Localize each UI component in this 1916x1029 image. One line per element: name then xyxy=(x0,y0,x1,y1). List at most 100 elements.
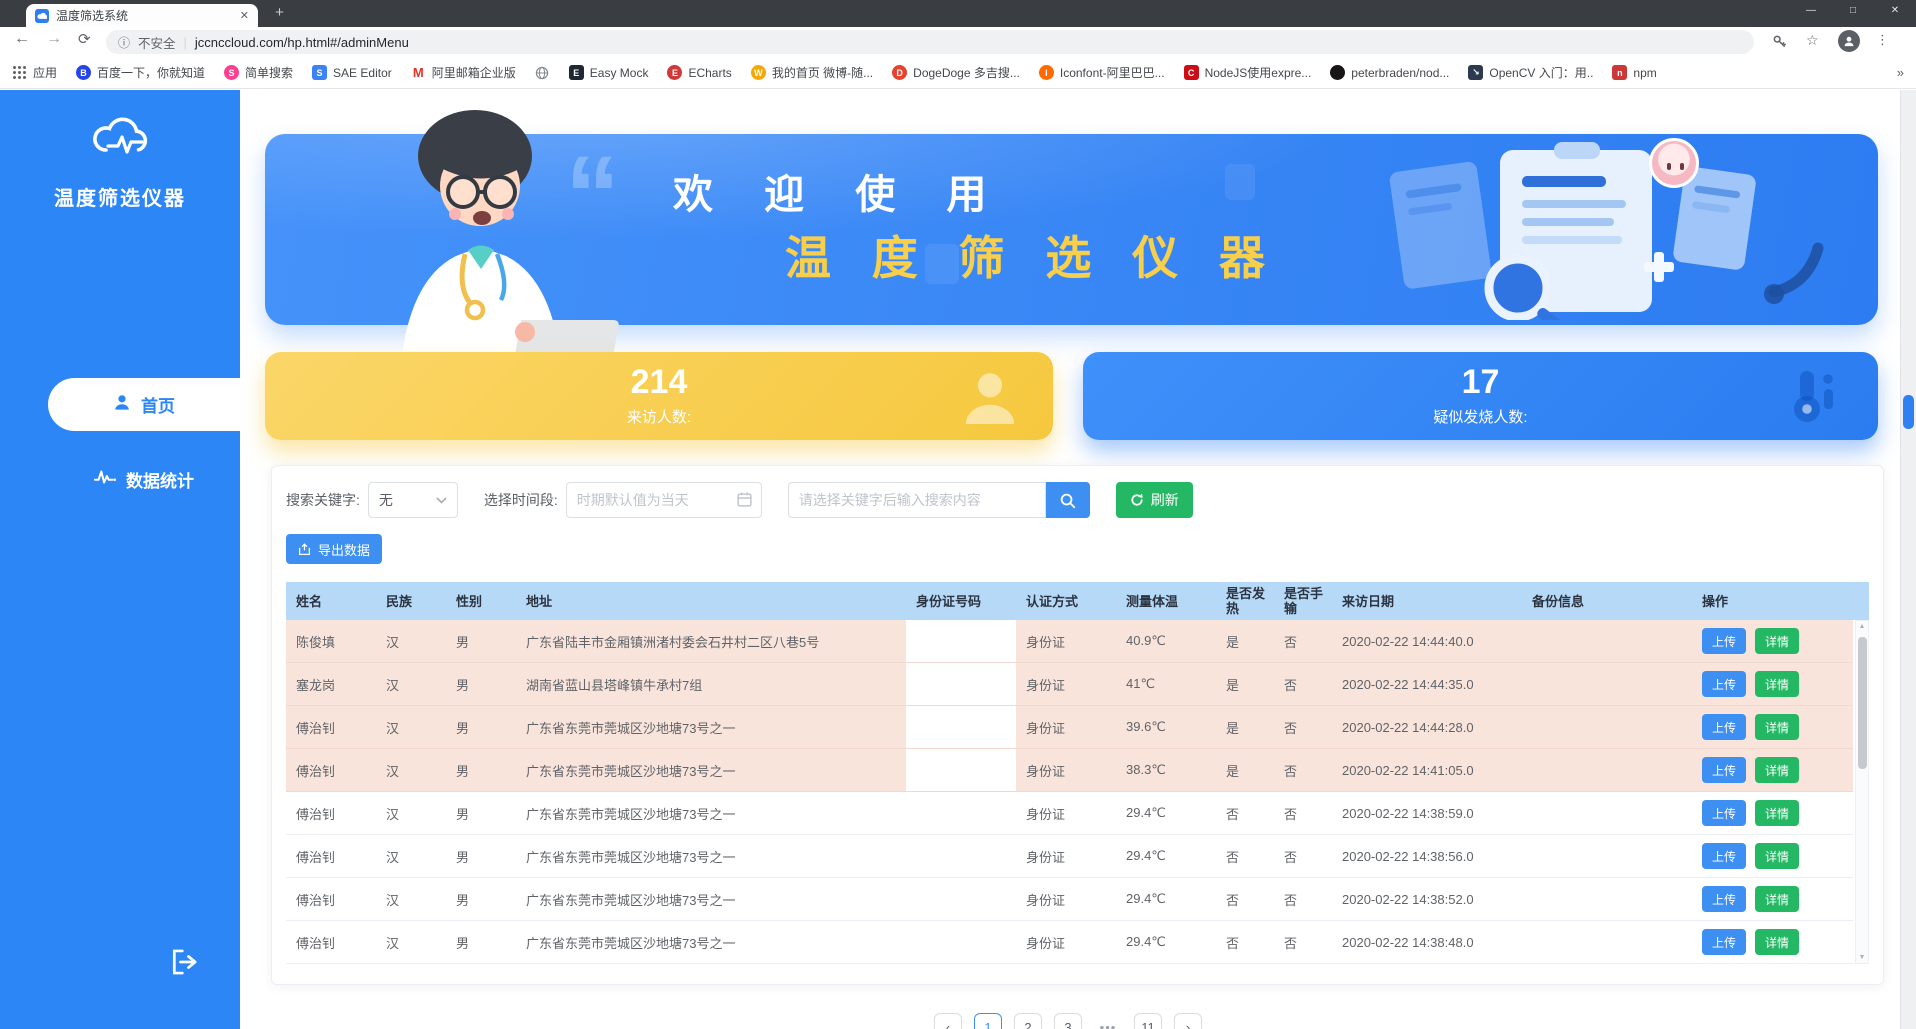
table-cell: 否 xyxy=(1216,878,1274,920)
table-cell: 2020-02-22 14:44:40.0 xyxy=(1332,620,1522,662)
table-cell: 汉 xyxy=(376,706,446,748)
tab-close-icon[interactable]: ✕ xyxy=(240,9,249,22)
bookmark-item[interactable]: DDogeDoge 多吉搜... xyxy=(892,64,1020,81)
logout-icon[interactable] xyxy=(170,948,202,981)
window-maximize-button[interactable]: □ xyxy=(1832,0,1874,24)
page-scrollbar-thumb[interactable] xyxy=(1903,395,1914,429)
app-content: 温度筛选仪器 首页 数据统计 xyxy=(0,90,1900,1029)
row-actions: 上传详情 xyxy=(1692,620,1853,662)
prev-page-button[interactable]: ‹ xyxy=(934,1013,962,1029)
date-range-input[interactable] xyxy=(566,482,762,518)
upload-button[interactable]: 上传 xyxy=(1702,714,1746,740)
bookmark-item[interactable]: CNodeJS使用expre... xyxy=(1184,64,1312,81)
page-scrollbar[interactable] xyxy=(1900,90,1916,1029)
opencv-icon: ↘ xyxy=(1468,65,1483,80)
bookmark-item[interactable]: EEasy Mock xyxy=(569,65,649,80)
bookmarks-overflow-icon[interactable]: » xyxy=(1897,65,1904,80)
tab-title: 温度筛选系统 xyxy=(56,7,233,24)
refresh-button[interactable]: 刷新 xyxy=(1116,482,1193,518)
back-icon[interactable]: ← xyxy=(14,30,30,48)
detail-button[interactable]: 详情 xyxy=(1755,714,1799,740)
table-cell: 汉 xyxy=(376,878,446,920)
bookmark-item[interactable]: M阿里邮箱企业版 xyxy=(411,64,516,81)
user-avatar[interactable] xyxy=(1649,138,1699,188)
bookmark-label: 阿里邮箱企业版 xyxy=(432,64,516,81)
chrome-menu-icon[interactable]: ⋮ xyxy=(1876,32,1889,48)
window-close-button[interactable]: ✕ xyxy=(1874,0,1916,24)
next-page-button[interactable]: › xyxy=(1174,1013,1202,1029)
row-actions: 上传详情 xyxy=(1692,835,1853,877)
chevron-down-icon xyxy=(436,497,447,504)
sidebar-item-label: 首页 xyxy=(141,392,175,417)
page-button[interactable]: 1 xyxy=(974,1013,1002,1029)
window-minimize-button[interactable]: — xyxy=(1790,0,1832,24)
detail-button[interactable]: 详情 xyxy=(1755,886,1799,912)
profile-avatar[interactable] xyxy=(1838,30,1860,52)
sidebar-item-statistics[interactable]: 数据统计 xyxy=(48,458,240,500)
detail-button[interactable]: 详情 xyxy=(1755,628,1799,654)
column-header: 是否手输 xyxy=(1274,586,1332,616)
upload-button[interactable]: 上传 xyxy=(1702,843,1746,869)
table-cell: 广东省东莞市莞城区沙地塘73号之一 xyxy=(516,835,906,877)
bookmark-item[interactable]: W我的首页 微博-随... xyxy=(751,64,873,81)
window-controls: — □ ✕ xyxy=(1790,0,1916,24)
page-info-icon[interactable]: ⓘ xyxy=(118,34,130,51)
password-key-icon[interactable] xyxy=(1772,34,1787,54)
column-header: 来访日期 xyxy=(1332,594,1522,609)
upload-button[interactable]: 上传 xyxy=(1702,886,1746,912)
browser-tab[interactable]: 温度筛选系统 ✕ xyxy=(26,4,258,27)
keyword-select[interactable]: 无 xyxy=(368,482,458,518)
upload-button[interactable]: 上传 xyxy=(1702,671,1746,697)
table-cell: 否 xyxy=(1216,835,1274,877)
upload-button[interactable]: 上传 xyxy=(1702,929,1746,955)
bookmark-item[interactable]: peterbraden/nod... xyxy=(1330,65,1449,80)
page-button[interactable]: 3 xyxy=(1054,1013,1082,1029)
search-button[interactable] xyxy=(1046,482,1090,518)
bookmark-item[interactable]: SSAE Editor xyxy=(312,65,392,80)
address-bar[interactable]: ⓘ 不安全 | jccnccloud.com/hp.html#/adminMen… xyxy=(106,30,1754,54)
bookmark-item[interactable]: IIconfont-阿里巴巴... xyxy=(1039,64,1165,81)
sidebar-item-home[interactable]: 首页 xyxy=(48,378,240,431)
bookmark-item[interactable]: B百度一下，你就知道 xyxy=(76,64,205,81)
detail-button[interactable]: 详情 xyxy=(1755,843,1799,869)
search-icon xyxy=(1059,492,1076,509)
bookmark-item[interactable]: ↘OpenCV 入门：用.. xyxy=(1468,64,1593,81)
table-cell: 否 xyxy=(1274,921,1332,963)
bookmark-star-icon[interactable]: ☆ xyxy=(1806,32,1819,49)
bookmark-item[interactable]: 应用 xyxy=(12,64,57,81)
export-data-button[interactable]: 导出数据 xyxy=(286,534,382,564)
search-input[interactable] xyxy=(788,482,1046,518)
table-scrollbar[interactable]: ▲ ▼ xyxy=(1855,620,1869,964)
detail-button[interactable]: 详情 xyxy=(1755,757,1799,783)
page-button[interactable]: 2 xyxy=(1014,1013,1042,1029)
forward-icon[interactable]: → xyxy=(46,30,62,48)
npm-icon: n xyxy=(1612,65,1627,80)
table-cell: 29.4℃ xyxy=(1116,792,1216,834)
table-cell: 傅治钊 xyxy=(286,835,376,877)
table-header-row: 姓名民族性别地址身份证号码认证方式测量体温是否发热是否手输来访日期备份信息操作 xyxy=(286,582,1869,620)
scroll-down-icon[interactable]: ▼ xyxy=(1856,954,1868,961)
upload-button[interactable]: 上传 xyxy=(1702,757,1746,783)
detail-button[interactable]: 详情 xyxy=(1755,800,1799,826)
table-cell xyxy=(906,663,1016,705)
table-cell: 否 xyxy=(1274,835,1332,877)
table-cell: 否 xyxy=(1216,792,1274,834)
row-actions: 上传详情 xyxy=(1692,749,1853,791)
bookmark-item[interactable]: nnpm xyxy=(1612,65,1656,80)
detail-button[interactable]: 详情 xyxy=(1755,929,1799,955)
bookmark-item[interactable]: S简单搜索 xyxy=(224,64,293,81)
fever-stat-card: 17 疑似发烧人数: xyxy=(1083,352,1878,440)
table-cell: 身份证 xyxy=(1016,620,1116,662)
table-cell: 陈俊填 xyxy=(286,620,376,662)
detail-button[interactable]: 详情 xyxy=(1755,671,1799,697)
page-button[interactable]: 11 xyxy=(1134,1013,1162,1029)
new-tab-button[interactable]: + xyxy=(270,4,289,23)
reload-icon[interactable]: ⟳ xyxy=(78,30,91,48)
upload-button[interactable]: 上传 xyxy=(1702,628,1746,654)
upload-button[interactable]: 上传 xyxy=(1702,800,1746,826)
scroll-up-icon[interactable]: ▲ xyxy=(1856,623,1868,630)
scrollbar-thumb[interactable] xyxy=(1858,637,1867,769)
bookmark-item[interactable] xyxy=(535,65,550,80)
bookmark-item[interactable]: EECharts xyxy=(667,65,731,80)
echarts-icon: E xyxy=(667,65,682,80)
